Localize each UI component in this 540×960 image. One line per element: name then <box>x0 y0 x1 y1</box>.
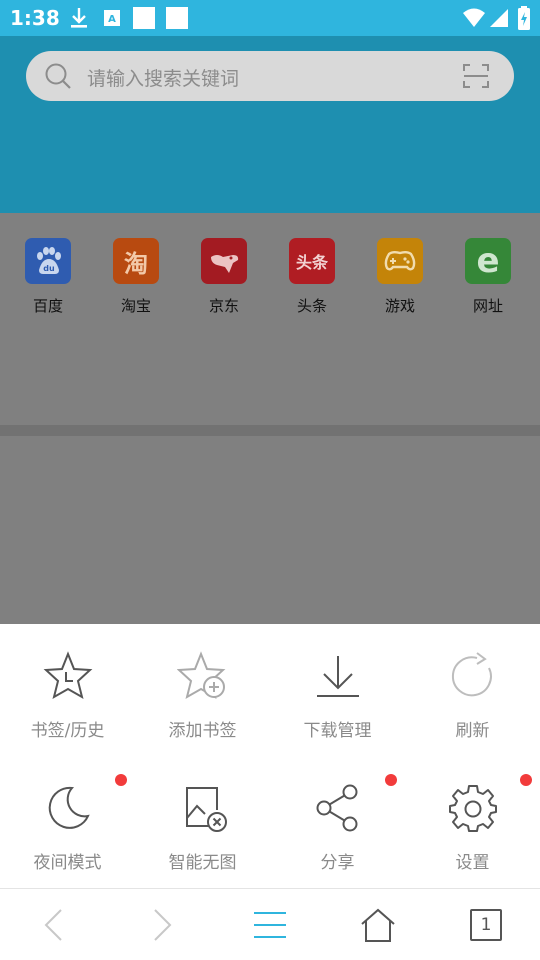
scan-icon[interactable] <box>462 63 490 89</box>
chevron-right-icon <box>154 908 172 941</box>
tab-count: 1 <box>480 914 492 935</box>
bottom-nav: 1 <box>0 889 540 960</box>
menu-item-download-manager[interactable]: 下载管理 <box>270 646 405 741</box>
chevron-left-icon <box>44 908 62 941</box>
quick-link-jd[interactable]: 京东 <box>194 238 254 316</box>
quick-link-label: 游戏 <box>384 297 415 315</box>
night-mode-badge <box>115 774 127 786</box>
no-image-icon <box>185 787 227 832</box>
menu-item-label: 添加书签 <box>168 721 237 741</box>
download-notification-icon <box>71 8 87 28</box>
quick-link-sites[interactable]: e 网址 <box>458 238 518 316</box>
quick-link-games[interactable]: 游戏 <box>370 238 430 316</box>
menu-item-label: 下载管理 <box>303 721 372 741</box>
toutiao-icon: 头条 <box>289 238 335 284</box>
menu-item-label: 分享 <box>320 853 355 873</box>
menu-item-label: 智能无图 <box>168 853 237 873</box>
menu-item-settings[interactable]: 设置 <box>405 778 540 873</box>
share-icon <box>316 784 357 832</box>
menu-item-bookmarks-history[interactable]: 书签/历史 <box>0 646 135 741</box>
home-button[interactable] <box>324 889 432 960</box>
menu-item-label: 设置 <box>455 853 490 873</box>
quick-link-taobao[interactable]: 淘 淘宝 <box>106 238 166 316</box>
menu-item-label: 夜间模式 <box>33 853 102 873</box>
download-icon <box>316 656 359 697</box>
gamepad-icon <box>377 238 423 284</box>
menu-button[interactable] <box>216 889 324 960</box>
quick-link-label: 淘宝 <box>120 297 151 315</box>
baidu-icon: du <box>25 238 71 284</box>
star-add-icon <box>176 651 225 700</box>
share-badge <box>385 774 397 786</box>
notification-square-icon <box>133 7 155 29</box>
menu-icon <box>254 911 286 938</box>
quick-link-label: 百度 <box>32 297 63 315</box>
menu-item-night-mode[interactable]: 夜间模式 <box>0 778 135 873</box>
svg-text:du: du <box>43 264 55 273</box>
forward-button[interactable] <box>108 889 216 960</box>
search-icon <box>45 63 71 89</box>
wifi-icon <box>463 8 485 27</box>
web-e-icon: e <box>465 238 511 284</box>
search-placeholder: 请输入搜索关键词 <box>87 68 240 90</box>
battery-icon <box>518 6 530 30</box>
status-time: 1:38 <box>10 6 60 30</box>
star-clock-icon <box>43 651 92 700</box>
settings-badge <box>520 774 532 786</box>
notification-square-icon <box>166 7 188 29</box>
quick-link-label: 网址 <box>472 297 503 315</box>
app-notification-icon: A <box>104 10 120 26</box>
jd-icon <box>201 238 247 284</box>
status-bar: 1:38 A <box>0 0 540 36</box>
gear-icon <box>448 785 497 832</box>
tab-count-box: 1 <box>470 908 502 941</box>
quick-link-label: 京东 <box>208 297 239 315</box>
tabs-button[interactable]: 1 <box>432 889 540 960</box>
taobao-icon: 淘 <box>113 238 159 284</box>
menu-sheet: 书签/历史 添加书签 下载管理 刷新 夜间模式 智能无图 分享 设置 <box>0 624 540 888</box>
menu-item-share[interactable]: 分享 <box>270 778 405 873</box>
home-icon <box>361 908 395 942</box>
quick-link-label: 头条 <box>296 297 327 315</box>
search-input[interactable]: 请输入搜索关键词 <box>26 51 514 101</box>
menu-item-label: 书签/历史 <box>30 721 105 741</box>
quick-link-baidu[interactable]: du 百度 <box>18 238 78 316</box>
menu-item-label: 刷新 <box>455 721 490 741</box>
menu-item-smart-no-image[interactable]: 智能无图 <box>135 778 270 873</box>
signal-icon <box>490 9 508 27</box>
menu-item-refresh[interactable]: 刷新 <box>405 646 540 741</box>
svg-text:A: A <box>108 14 116 25</box>
menu-item-add-bookmark[interactable]: 添加书签 <box>135 646 270 741</box>
header: 请输入搜索关键词 <box>0 36 540 213</box>
quick-links: du 百度 淘 淘宝 京东 头条 头条 游戏 e 网址 <box>0 238 540 318</box>
moon-icon <box>48 786 90 829</box>
quick-link-toutiao[interactable]: 头条 头条 <box>282 238 342 316</box>
back-button[interactable] <box>0 889 108 960</box>
refresh-icon <box>451 652 492 697</box>
section-divider <box>0 425 540 436</box>
